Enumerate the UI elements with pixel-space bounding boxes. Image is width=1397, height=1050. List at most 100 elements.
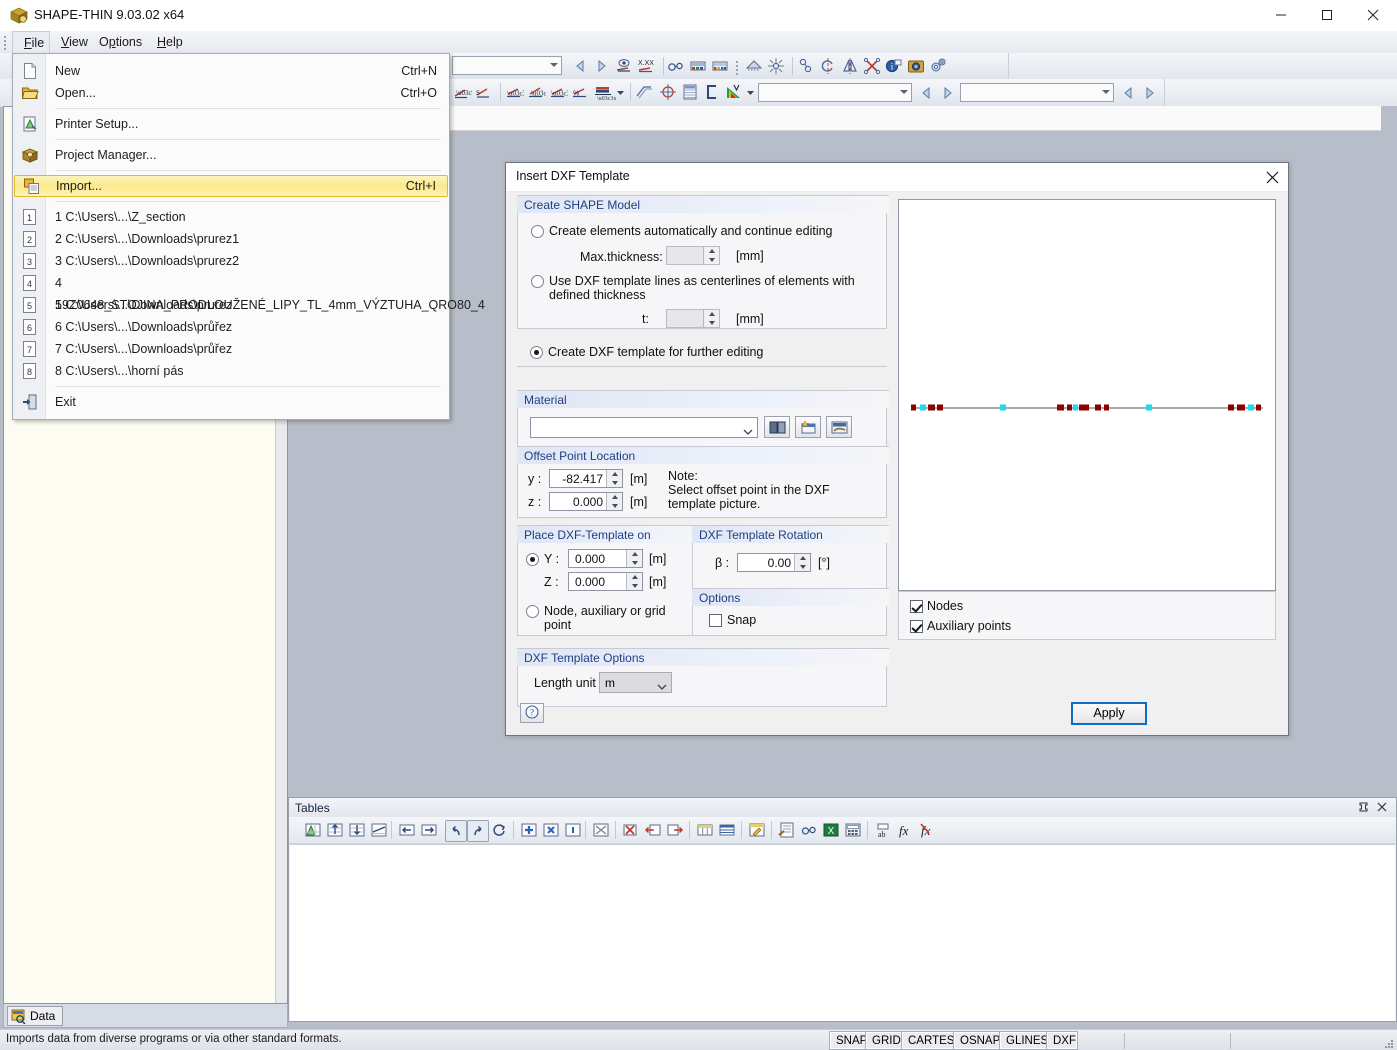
render-surface-2-icon[interactable]: [710, 56, 730, 76]
sigma-xpl-icon[interactable]: \u03c3x,pl: [592, 82, 616, 102]
table-redo-icon[interactable]: [467, 820, 489, 842]
help-button[interactable]: ?: [520, 703, 544, 723]
render-surface-icon[interactable]: [688, 56, 708, 76]
dropdown-arrow-icon[interactable]: [616, 82, 625, 102]
table-delete-row-icon[interactable]: [621, 820, 641, 840]
menu-item-new[interactable]: New Ctrl+N: [13, 60, 449, 82]
material-new-button[interactable]: [795, 416, 821, 438]
maximize-button[interactable]: [1304, 0, 1350, 30]
table-clear-icon[interactable]: [591, 820, 611, 840]
previous-icon[interactable]: [572, 58, 588, 74]
radio-place-coords[interactable]: [526, 553, 539, 566]
table-delete-left-icon[interactable]: [643, 820, 663, 840]
status-osnap[interactable]: OSNAP: [954, 1032, 1000, 1049]
menu-item-recent-7[interactable]: 7 7 C:\Users\...\Downloads\průřez: [13, 338, 449, 360]
table-append-row-icon[interactable]: [347, 820, 367, 840]
table-move-left-icon[interactable]: [397, 820, 417, 840]
toolbar-combo-2[interactable]: [758, 83, 912, 102]
table-add-icon[interactable]: [519, 820, 539, 840]
menu-item-recent-4[interactable]: 4 4 19Z0648_STOJINA_PRODLOUŽENÉ_LIPY_TL_…: [13, 272, 449, 294]
material-import-button[interactable]: [826, 416, 852, 438]
settings-gear-icon[interactable]: [928, 56, 948, 76]
combo3-next-icon[interactable]: [1142, 85, 1158, 101]
input-offset-y[interactable]: -82.417: [549, 469, 623, 488]
camera-icon[interactable]: [906, 56, 926, 76]
menu-item-recent-5[interactable]: 5 5 C:\Users\...\Downloads\prurez: [13, 294, 449, 316]
menu-help[interactable]: Help: [146, 31, 194, 53]
input-place-z[interactable]: 0.000: [568, 572, 643, 591]
table-delete-function-icon[interactable]: fx: [917, 820, 937, 840]
bracket-icon[interactable]: [702, 82, 722, 102]
length-unit-combobox[interactable]: m: [599, 672, 672, 693]
menu-file[interactable]: File: [12, 31, 50, 53]
apply-button[interactable]: Apply: [1071, 702, 1147, 725]
colors-dropdown-icon[interactable]: [746, 82, 755, 102]
xxx-value-icon[interactable]: X.XX: [636, 56, 660, 76]
max-thickness-spinner[interactable]: [703, 247, 719, 264]
checkbox-snap[interactable]: [709, 614, 722, 627]
checkbox-nodes[interactable]: [910, 600, 923, 613]
menu-item-recent-2[interactable]: 2 2 C:\Users\...\Downloads\prurez1: [13, 228, 449, 250]
s-omega-icon[interactable]: S: [474, 82, 494, 102]
radio-create-elements-auto[interactable]: [531, 225, 544, 238]
rotate-point-icon[interactable]: [796, 56, 816, 76]
menu-item-recent-1[interactable]: 1 1 C:\Users\...\Z_section: [13, 206, 449, 228]
table-undo-icon[interactable]: [445, 820, 467, 842]
checkbox-auxiliary-points[interactable]: [910, 620, 923, 633]
pin-icon[interactable]: [1356, 800, 1370, 814]
table-move-right-icon[interactable]: [419, 820, 439, 840]
minimize-button[interactable]: [1258, 0, 1304, 30]
table-sort-icon[interactable]: [369, 820, 389, 840]
colors-palette-icon[interactable]: [724, 82, 744, 102]
menu-item-recent-6[interactable]: 6 6 C:\Users\...\Downloads\průřez: [13, 316, 449, 338]
table-report-icon[interactable]: [777, 820, 797, 840]
combo2-previous-icon[interactable]: [918, 85, 934, 101]
table-calculator-icon[interactable]: [843, 820, 863, 840]
offset-z-spinner[interactable]: [606, 493, 622, 510]
tab-data[interactable]: Data: [7, 1006, 63, 1026]
input-place-y[interactable]: 0.000: [568, 549, 643, 568]
menu-item-exit[interactable]: Exit: [13, 391, 449, 413]
input-beta[interactable]: 0.00: [737, 553, 811, 572]
status-grid[interactable]: GRID: [866, 1032, 902, 1049]
table-list-icon[interactable]: [680, 82, 700, 102]
table-rows-icon[interactable]: [717, 820, 737, 840]
table-format-icon[interactable]: [747, 820, 767, 840]
radio-create-dxf-template[interactable]: [530, 346, 543, 359]
table-glasses-icon[interactable]: [799, 820, 819, 840]
dialog-close-button[interactable]: [1260, 166, 1284, 188]
table-rename-icon[interactable]: ab: [873, 820, 893, 840]
offset-y-spinner[interactable]: [606, 470, 622, 487]
rotate-icon[interactable]: [818, 56, 838, 76]
info-icon[interactable]: i: [884, 56, 904, 76]
table-delete-right-icon[interactable]: [665, 820, 685, 840]
t-spinner[interactable]: [703, 310, 719, 327]
tau-icon[interactable]: \u03c4: [526, 82, 546, 102]
menu-options[interactable]: Options: [88, 31, 153, 53]
grid-light-icon[interactable]: [766, 56, 786, 76]
table-excel-icon[interactable]: X: [821, 820, 841, 840]
table-info-icon[interactable]: [563, 820, 583, 840]
sigma-v-icon[interactable]: \u03c3: [548, 82, 568, 102]
place-y-spinner[interactable]: [626, 550, 642, 567]
place-z-spinner[interactable]: [626, 573, 642, 590]
status-glines[interactable]: GLINES: [1000, 1032, 1047, 1049]
status-dxf[interactable]: DXF: [1047, 1032, 1077, 1049]
input-offset-z[interactable]: 0.000: [549, 492, 623, 511]
combo3-previous-icon[interactable]: [1120, 85, 1136, 101]
center-target-icon[interactable]: [658, 82, 678, 102]
menu-item-recent-8[interactable]: 8 8 C:\Users\...\horní pás: [13, 360, 449, 382]
input-max-thickness[interactable]: [666, 246, 720, 265]
table-function-icon[interactable]: fx: [895, 820, 915, 840]
status-cartes[interactable]: CARTES: [902, 1032, 954, 1049]
next-icon[interactable]: [594, 58, 610, 74]
radio-centerlines[interactable]: [531, 275, 544, 288]
menu-item-recent-3[interactable]: 3 3 C:\Users\...\Downloads\prurez2: [13, 250, 449, 272]
menu-item-printer-setup[interactable]: Printer Setup...: [13, 113, 449, 135]
mirror-icon[interactable]: [840, 56, 860, 76]
tables-panel-close-icon[interactable]: [1375, 800, 1389, 814]
percent-icon[interactable]: %: [570, 82, 590, 102]
table-insert-row-icon[interactable]: [325, 820, 345, 840]
dxf-preview-canvas[interactable]: [898, 199, 1276, 591]
tables-content[interactable]: [290, 844, 1395, 1021]
